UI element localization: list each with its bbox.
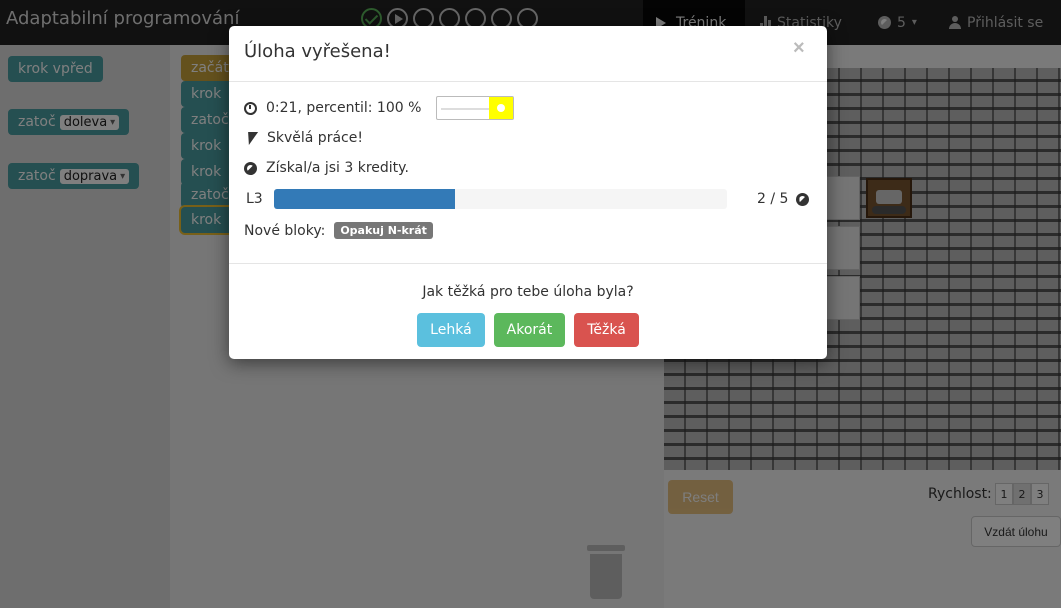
level-count: 2 / 5 bbox=[757, 191, 810, 207]
level-progress-row: L3 2 / 5 bbox=[244, 188, 814, 210]
time-percentile-text: 0:21, percentil: 100 % bbox=[266, 100, 422, 116]
flow-slider bbox=[436, 96, 515, 120]
credits-earned-text: Získal/a jsi 3 kredity. bbox=[266, 160, 409, 176]
new-blocks-label: Nové bloky: bbox=[244, 222, 326, 239]
clock-icon bbox=[244, 101, 257, 115]
level-count-text: 2 / 5 bbox=[757, 191, 789, 207]
modal-body: 0:21, percentil: 100 % Skvělá práce! Zís… bbox=[229, 82, 827, 264]
credits-row: Získal/a jsi 3 kredity. bbox=[244, 160, 409, 176]
flow-slider-knob bbox=[489, 97, 514, 119]
close-icon[interactable]: × bbox=[793, 37, 805, 60]
new-blocks-row: Nové bloky: Opakuj N-krát bbox=[244, 222, 433, 239]
praise-row: Skvělá práce! bbox=[243, 130, 363, 146]
modal-footer: Jak těžká pro tebe úloha byla? Lehká Ako… bbox=[229, 264, 827, 358]
level-progress-bar bbox=[274, 189, 727, 209]
bolt-icon bbox=[243, 131, 259, 145]
just-right-button[interactable]: Akorát bbox=[493, 313, 566, 347]
flow-slider-track bbox=[441, 108, 492, 110]
difficulty-buttons: Lehká Akorát Těžká bbox=[229, 313, 827, 347]
difficulty-question: Jak těžká pro tebe úloha byla? bbox=[422, 284, 634, 300]
new-block-badge: Opakuj N-krát bbox=[334, 222, 433, 239]
task-solved-modal: Úloha vyřešena! × 0:21, percentil: 100 %… bbox=[229, 26, 827, 359]
modal-title: Úloha vyřešena! bbox=[244, 41, 391, 62]
hard-button[interactable]: Těžká bbox=[574, 313, 639, 347]
coin-icon bbox=[244, 161, 257, 175]
level-progress-fill bbox=[274, 189, 456, 209]
coin-icon bbox=[796, 192, 810, 206]
praise-text: Skvělá práce! bbox=[267, 130, 363, 146]
modal-header: Úloha vyřešena! × bbox=[229, 26, 827, 82]
easy-button[interactable]: Lehká bbox=[417, 313, 485, 347]
level-label: L3 bbox=[246, 191, 263, 207]
time-row: 0:21, percentil: 100 % bbox=[244, 96, 515, 120]
